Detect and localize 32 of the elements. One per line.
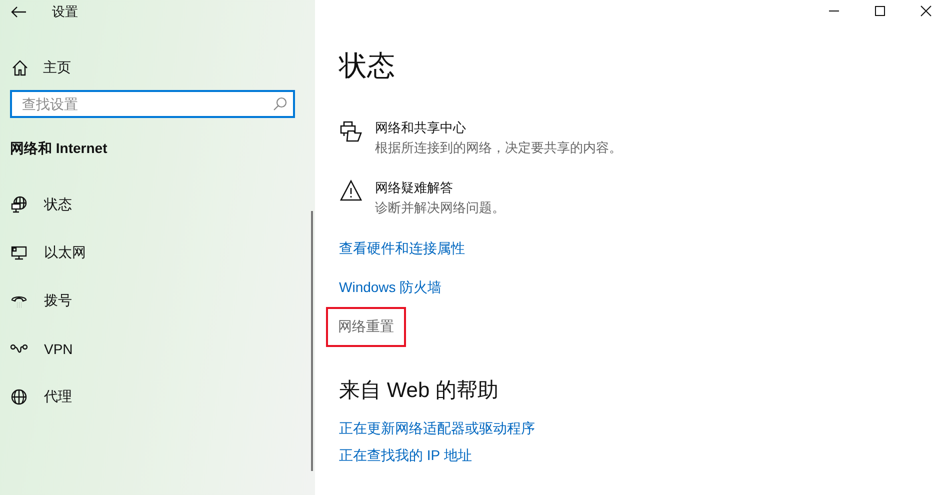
home-icon [11,59,29,77]
nav-item[interactable]: 代理 [0,386,72,408]
nav-item[interactable]: 以太网 [0,242,86,264]
settings-action[interactable]: 网络和共享中心 根据所连接到的网络，决定要共享的内容。 [339,119,622,157]
settings-link[interactable]: Windows 防火墙 [339,278,442,296]
settings-action[interactable]: 网络疑难解答 诊断并解决网络问题。 [339,179,505,217]
printer-folder-icon [339,119,363,143]
warning-icon [339,179,363,203]
action-title: 网络和共享中心 [375,119,467,137]
action-description: 根据所连接到的网络，决定要共享的内容。 [375,139,622,157]
action-title: 网络疑难解答 [375,179,454,197]
network-globe-icon [10,196,28,214]
section-heading: 网络和 Internet [10,140,108,158]
window-title: 设置 [52,3,78,21]
section-heading: 来自 Web 的帮助 [339,378,500,404]
settings-link[interactable]: 查看硬件和连接属性 [339,240,465,258]
help-link[interactable]: 正在查找我的 IP 地址 [339,447,472,465]
home-nav-item[interactable]: 主页 [0,57,71,79]
search-field[interactable]: 查找设置 [10,90,295,118]
scrollbar[interactable] [311,211,313,471]
page-title: 状态 [339,49,396,83]
monitor-icon [10,244,28,262]
nav-item[interactable]: 状态 [0,194,72,216]
maximize-icon [874,5,886,17]
globe-icon [10,388,28,406]
search-icon [273,97,287,111]
help-link[interactable]: 正在更新网络适配器或驱动程序 [339,420,535,438]
action-description: 诊断并解决网络问题。 [375,199,505,217]
close-icon [920,5,932,17]
nav-item[interactable]: VPN [0,338,73,360]
nav-item[interactable]: 拨号 [0,290,72,312]
highlighted-link[interactable]: 网络重置 [328,308,404,344]
